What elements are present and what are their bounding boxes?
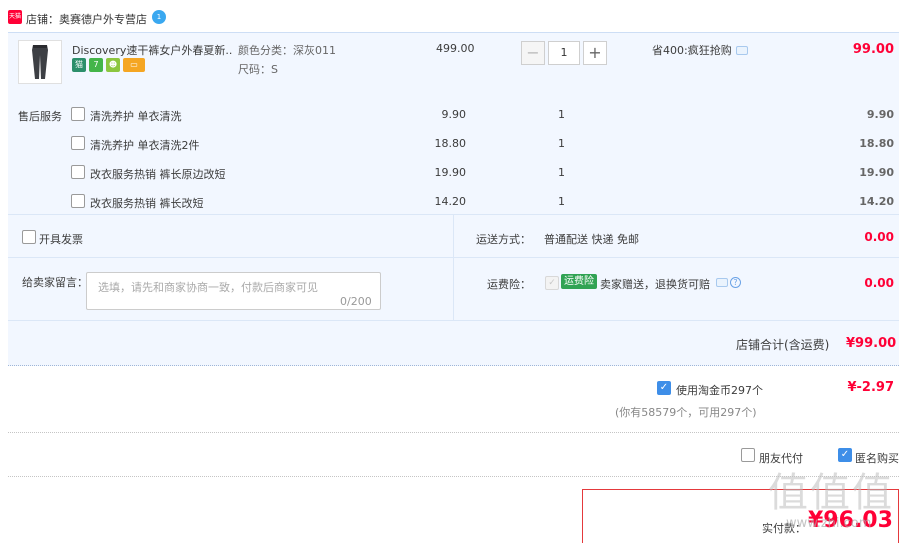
seller-message-placeholder: 选填，请先和商家协商一致，付款后商家可见	[98, 281, 318, 294]
service-checkbox[interactable]	[71, 136, 85, 150]
credit-icon[interactable]: ☻	[106, 58, 120, 72]
tmall-shop-icon: 天猫	[8, 10, 22, 24]
site-watermark: 值值值	[768, 470, 894, 516]
promotion-text: 省400:疯狂抢购	[652, 44, 732, 57]
insurance-chat-icon[interactable]	[716, 278, 728, 287]
service-name: 清洗养护 单衣清洗	[90, 110, 182, 123]
product-thumbnail[interactable]	[18, 40, 62, 84]
service-qty: 1	[558, 108, 565, 121]
item-total: 99.00	[852, 42, 894, 57]
quantity-decrease-button[interactable]: −	[521, 41, 545, 65]
shop-chat-icon[interactable]: 1	[152, 10, 166, 24]
service-total: 9.90	[866, 108, 894, 121]
seller-message-label: 给卖家留言：	[22, 276, 88, 289]
shipping-insurance-label: 运费险：	[487, 278, 531, 291]
service-checkbox[interactable]	[71, 194, 85, 208]
shipping-method-value: 普通配送 快递 免邮	[544, 233, 639, 246]
insurance-description: 卖家赠送，退换货可赔	[600, 278, 710, 291]
insurance-tag: 运费险	[561, 274, 597, 289]
shipping-cost: 0.00	[864, 230, 894, 244]
service-name: 清洗养护 单衣清洗2件	[90, 139, 200, 152]
service-qty: 1	[558, 137, 565, 150]
service-checkbox[interactable]	[71, 165, 85, 179]
site-watermark-url: www.zhi.com	[786, 516, 872, 531]
service-price: 9.90	[441, 108, 467, 121]
product-color-attr: 颜色分类：深灰011	[238, 44, 336, 57]
shop-total-label: 店铺合计(含运费)	[736, 338, 830, 352]
seven-day-return-icon[interactable]: 7	[89, 58, 103, 72]
quantity-increase-button[interactable]: +	[583, 41, 607, 65]
taobao-coin-label: 使用淘金币297个	[676, 384, 763, 397]
service-total: 18.80	[859, 137, 894, 150]
quantity-input[interactable]: 1	[548, 41, 580, 65]
product-size-attr: 尺码：S	[238, 63, 278, 76]
promo-chat-icon[interactable]	[736, 46, 748, 55]
promotion-label: 省400:疯狂抢购	[652, 42, 732, 58]
unit-price: 499.00	[436, 42, 475, 55]
service-price: 19.90	[434, 166, 467, 179]
invoice-label: 开具发票	[39, 233, 83, 246]
friend-pay-checkbox[interactable]	[741, 448, 755, 462]
pants-image-icon	[19, 41, 61, 83]
service-name: 改衣服务热销 裤长改短	[90, 197, 204, 210]
after-sale-service-title: 售后服务	[18, 110, 62, 123]
service-price: 18.80	[434, 137, 467, 150]
message-char-count: 0/200	[340, 295, 372, 308]
dotted-divider	[8, 476, 899, 477]
service-price: 14.20	[434, 195, 467, 208]
service-qty: 1	[558, 166, 565, 179]
section-divider	[8, 320, 899, 321]
invoice-checkbox[interactable]	[22, 230, 36, 244]
tmall-badge-icon[interactable]: 猫	[72, 58, 86, 72]
insurance-help-icon[interactable]: ?	[730, 277, 741, 288]
taobao-coin-checkbox[interactable]: ✓	[657, 381, 671, 395]
shipping-method-label: 运送方式：	[476, 233, 531, 246]
service-name: 改衣服务热销 裤长原边改短	[90, 168, 226, 181]
dotted-divider	[8, 432, 899, 433]
insurance-cost: 0.00	[864, 276, 894, 290]
shop-total-value: ¥99.00	[846, 336, 897, 351]
credit-card-icon[interactable]: ▭	[123, 58, 145, 72]
service-total: 14.20	[859, 195, 894, 208]
column-divider	[453, 214, 454, 320]
service-qty: 1	[558, 195, 565, 208]
service-total: 19.90	[859, 166, 894, 179]
insurance-checkbox-disabled: ✓	[545, 276, 559, 290]
taobao-coin-note: (你有58579个，可用297个)	[615, 406, 757, 419]
service-checkbox[interactable]	[71, 107, 85, 121]
product-title-link[interactable]: Discovery速干裤女户外春夏新...	[72, 42, 232, 58]
shop-name[interactable]: 店铺：奥赛德户外专营店	[26, 11, 147, 27]
taobao-coin-discount: ¥-2.97	[847, 380, 894, 395]
product-badges: 猫 7 ☻ ▭	[72, 58, 145, 72]
